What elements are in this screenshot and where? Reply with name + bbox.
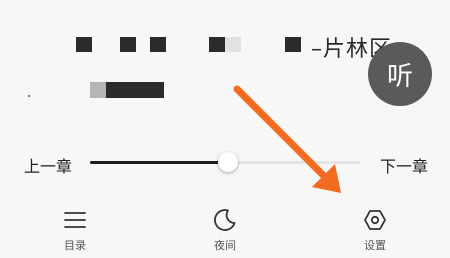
redacted-text-block [225,37,241,52]
chapter-progress-slider[interactable] [90,152,360,172]
previous-chapter-button[interactable]: 上一章 [24,153,72,177]
redacted-text-block [106,82,164,98]
listen-button-label: 听 [386,61,413,92]
slider-fill [90,161,228,164]
table-of-contents-label: 目录 [64,239,86,252]
redacted-text-block [76,37,92,52]
redacted-text-block [120,37,136,52]
next-chapter-button[interactable]: 下一章 [380,153,428,177]
night-mode-label: 夜间 [214,239,236,252]
redacted-text-block [209,37,225,52]
redacted-text-block [285,37,301,52]
table-of-contents-button[interactable]: 目录 [45,208,105,256]
redacted-text-block [90,82,106,98]
redacted-text-block [150,37,166,52]
settings-label: 设置 [364,239,386,252]
listen-button[interactable]: 听 [368,42,432,106]
night-mode-button[interactable]: 夜间 [195,208,255,256]
bottom-toolbar: 目录 夜间 设置 [0,200,450,258]
moon-icon [214,209,236,231]
settings-hexagon-icon [364,210,386,230]
menu-list-icon [64,212,86,228]
reader-screen: –片林区 听 上一章 下一章 目录 夜间 设置 [0,0,450,258]
slider-thumb[interactable] [218,152,238,172]
settings-button[interactable]: 设置 [345,208,405,256]
text-dot [28,95,30,97]
